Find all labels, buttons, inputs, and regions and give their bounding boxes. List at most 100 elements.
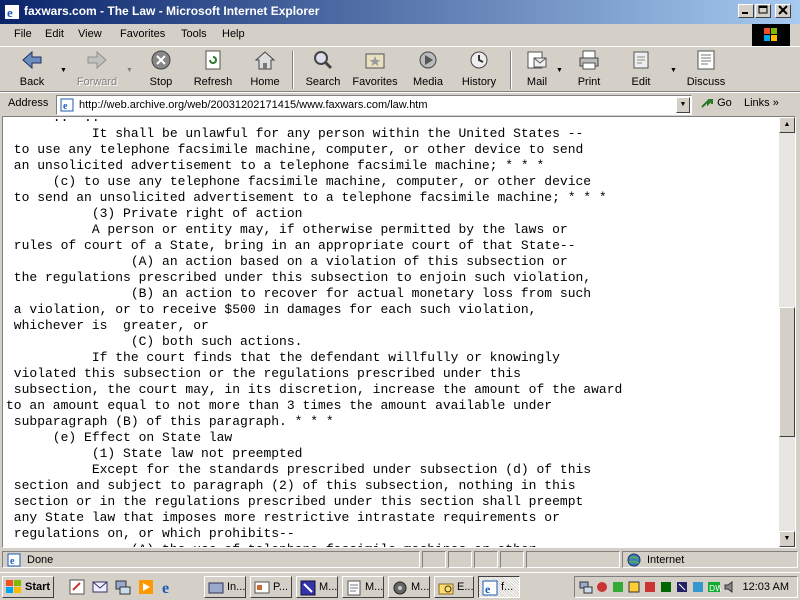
security-zone-panel: Internet xyxy=(622,551,798,568)
stop-icon xyxy=(151,50,171,70)
mail-button[interactable]: Mail xyxy=(518,49,556,91)
refresh-button[interactable]: Refresh xyxy=(190,49,236,91)
media-button[interactable]: Media xyxy=(408,49,448,91)
text-line: (A) the use of telephone facsimile machi… xyxy=(6,542,776,547)
text-line: (B) an action to recover for actual mone… xyxy=(6,286,592,301)
text-line: (1) State law not preempted xyxy=(6,446,303,461)
tray-network-icon[interactable] xyxy=(579,580,593,594)
maximize-button[interactable] xyxy=(755,4,771,18)
refresh-icon xyxy=(205,50,221,70)
task-button[interactable]: P... xyxy=(250,576,292,598)
status-panel-blank xyxy=(500,551,524,568)
go-arrow-icon xyxy=(701,98,713,108)
address-bar: Address e http://web.archive.org/web/200… xyxy=(0,92,800,115)
text-line: If the court finds that the defendant wi… xyxy=(6,350,560,365)
toolbar-separator xyxy=(510,51,512,89)
menu-file[interactable]: File xyxy=(14,28,32,40)
mail-dropdown-icon[interactable]: ▼ xyxy=(556,67,563,74)
windows-flag-icon xyxy=(764,28,777,41)
text-line: (A) an action based on a violation of th… xyxy=(6,254,568,269)
task-button[interactable]: E... xyxy=(434,576,474,598)
svg-text:DW: DW xyxy=(709,584,721,593)
scroll-down-button[interactable]: ▼ xyxy=(779,531,795,547)
text-line: whichever is greater, or xyxy=(6,318,209,333)
favorites-button[interactable]: Favorites xyxy=(350,49,400,91)
tray-app-icon[interactable] xyxy=(595,580,609,594)
tray-volume-icon[interactable] xyxy=(723,580,737,594)
quicklaunch-media-icon[interactable] xyxy=(137,578,155,596)
forward-button[interactable]: Forward xyxy=(70,49,124,91)
text-line: It shall be unlawful for any person with… xyxy=(6,126,584,141)
menu-tools[interactable]: Tools xyxy=(181,28,207,40)
edit-button[interactable]: Edit xyxy=(622,49,660,91)
favorites-icon xyxy=(365,53,385,69)
back-arrow-icon xyxy=(22,50,42,70)
menu-help[interactable]: Help xyxy=(222,28,245,40)
back-button[interactable]: Back xyxy=(10,49,54,91)
law-text: .. .. It shall be unlawful for any perso… xyxy=(6,117,776,547)
go-label: Go xyxy=(717,96,732,109)
menu-edit[interactable]: Edit xyxy=(45,28,64,40)
svg-text:e: e xyxy=(162,580,169,596)
search-button[interactable]: Search xyxy=(300,49,346,91)
browser-window: e faxwars.com - The Law - Microsoft Inte… xyxy=(0,0,800,570)
task-button[interactable]: M... xyxy=(296,576,338,598)
discuss-button[interactable]: Discuss xyxy=(682,49,730,91)
windows-throbber xyxy=(752,24,790,46)
text-line: an unsolicited advertisement to a teleph… xyxy=(6,158,545,173)
text-line: (e) Effect on State law xyxy=(6,430,233,445)
chevron-down-icon: ▼ xyxy=(679,101,687,108)
print-icon xyxy=(579,50,599,70)
minimize-button[interactable] xyxy=(738,4,754,18)
quicklaunch-edit-icon[interactable] xyxy=(68,578,86,596)
tray-app-icon[interactable] xyxy=(611,580,625,594)
tray-app-icon[interactable] xyxy=(643,580,657,594)
scroll-thumb[interactable] xyxy=(779,307,795,437)
edit-dropdown-icon[interactable]: ▼ xyxy=(670,67,677,74)
quicklaunch-ie-icon[interactable]: e xyxy=(160,578,178,596)
address-url: http://web.archive.org/web/2003120217141… xyxy=(79,99,428,111)
tray-app-icon[interactable] xyxy=(691,580,705,594)
text-line: (C) both such actions. xyxy=(6,334,303,349)
text-line: to an amount equal to not more than 3 ti… xyxy=(6,398,553,413)
task-button-active[interactable]: e f... xyxy=(478,576,520,598)
address-input[interactable]: e http://web.archive.org/web/20031202171… xyxy=(56,95,692,115)
task-button[interactable]: In... xyxy=(204,576,246,598)
forward-arrow-icon xyxy=(87,50,107,70)
tray-app-icon[interactable] xyxy=(627,580,641,594)
text-line: subsection, the court may, in its discre… xyxy=(6,382,623,397)
quicklaunch-network-icon[interactable] xyxy=(114,578,132,596)
window-title: faxwars.com - The Law - Microsoft Intern… xyxy=(24,4,320,18)
forward-dropdown-icon[interactable]: ▼ xyxy=(126,67,133,74)
quicklaunch-mail-icon[interactable] xyxy=(91,578,109,596)
status-panel: e Done xyxy=(2,551,420,568)
zone-text: Internet xyxy=(647,554,685,566)
svg-text:e: e xyxy=(10,556,15,567)
start-button[interactable]: Start xyxy=(2,576,54,598)
svg-text:e: e xyxy=(63,101,68,112)
text-line: Except for the standards prescribed unde… xyxy=(6,462,592,477)
explorer-icon xyxy=(438,583,454,595)
menu-view[interactable]: View xyxy=(78,28,102,40)
status-text: Done xyxy=(27,554,54,566)
close-button[interactable] xyxy=(775,4,791,18)
menu-favorites[interactable]: Favorites xyxy=(120,28,165,40)
vertical-scrollbar[interactable]: ▲ ▼ xyxy=(779,117,795,547)
edit-icon xyxy=(633,51,649,69)
tray-app-icon[interactable]: DW xyxy=(707,580,721,594)
text-line: (c) to use any telephone facsimile machi… xyxy=(6,174,592,189)
task-button[interactable]: M... xyxy=(342,576,384,598)
history-button[interactable]: History xyxy=(456,49,502,91)
chevron-up-icon: ▲ xyxy=(783,121,791,128)
task-button[interactable]: M... xyxy=(388,576,430,598)
print-button[interactable]: Print xyxy=(570,49,608,91)
address-dropdown-button[interactable]: ▼ xyxy=(676,97,690,113)
go-button[interactable]: Go xyxy=(700,96,732,114)
back-dropdown-icon[interactable]: ▼ xyxy=(60,67,67,74)
links-button[interactable]: Links » xyxy=(744,97,779,109)
home-button[interactable]: Home xyxy=(246,49,284,91)
stop-button[interactable]: Stop xyxy=(141,49,181,91)
scroll-up-button[interactable]: ▲ xyxy=(779,117,795,133)
tray-app-icon[interactable] xyxy=(659,580,673,594)
tray-app-icon[interactable] xyxy=(675,580,689,594)
